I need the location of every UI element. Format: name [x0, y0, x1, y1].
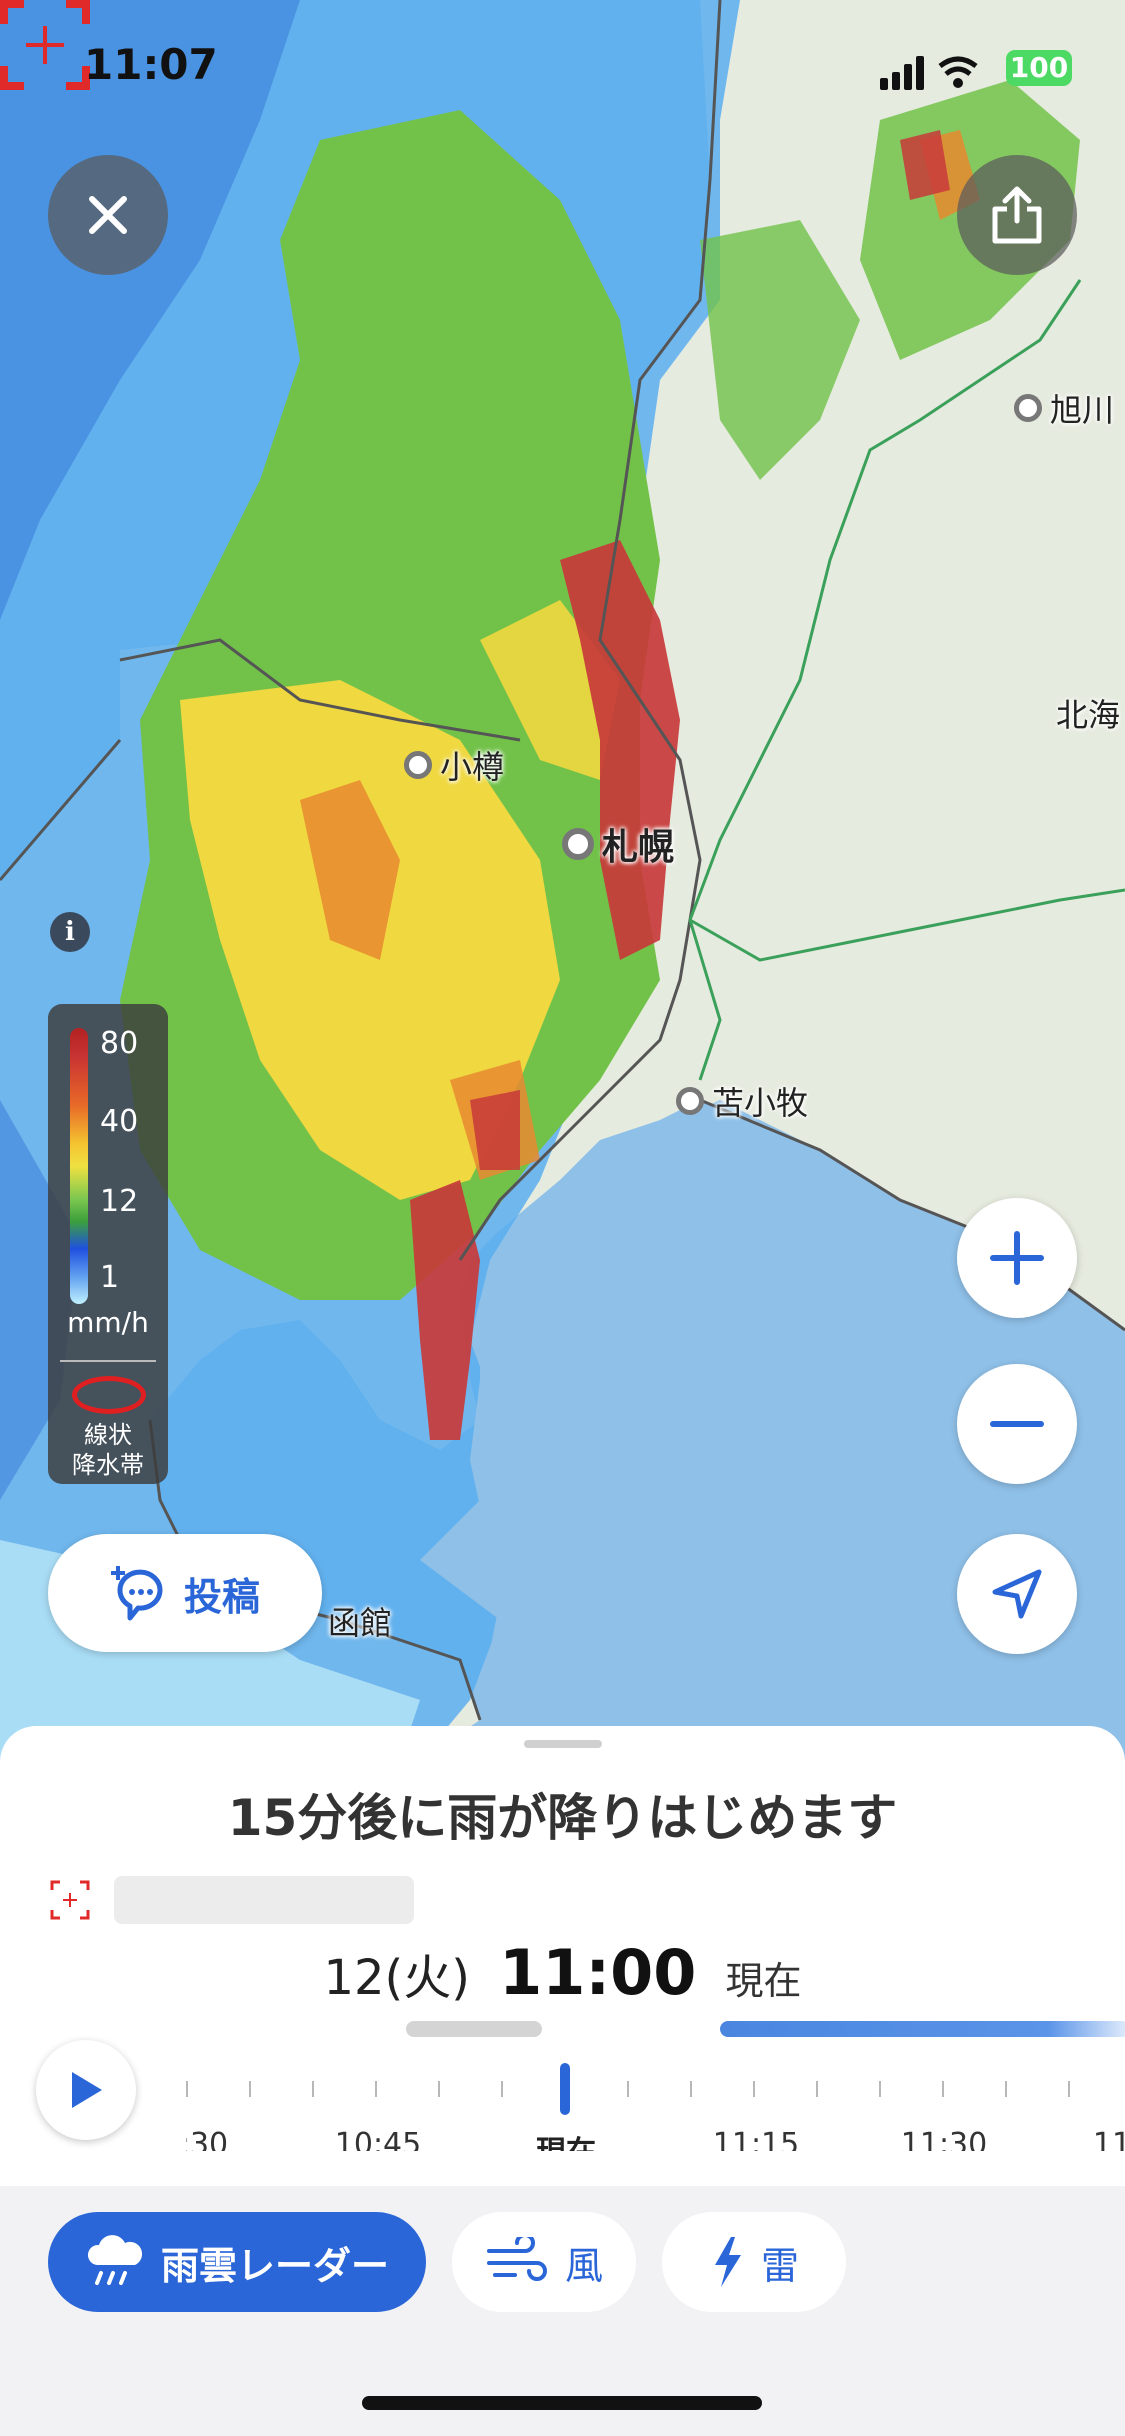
timeline-tick	[690, 2081, 692, 2097]
rain-cloud-icon	[87, 2235, 143, 2285]
timeline-tick	[879, 2081, 881, 2097]
timeline-tick	[942, 2081, 944, 2097]
timeline-label: 11:15	[712, 2127, 800, 2151]
status-bar: 11:07 100	[0, 0, 1125, 130]
city-marker-icon	[676, 1087, 704, 1115]
timeline-tick	[186, 2081, 188, 2097]
now-label: 現在	[725, 1959, 802, 2003]
timeline-tick	[627, 2081, 629, 2097]
time-label: 11:00	[499, 1936, 697, 2009]
legend-linear-band-label: 線状 降水帯	[72, 1421, 144, 1479]
zoom-in-button[interactable]	[957, 1198, 1077, 1318]
time-slider[interactable]: :30 10:45 現在 11:15 11:30 11	[186, 2021, 1125, 2151]
timeline-tick	[312, 2081, 314, 2097]
region-label-hokkaido: 北海	[1056, 696, 1121, 734]
timeline-tick	[249, 2081, 251, 2097]
city-label-asahikawa: 旭川	[1014, 385, 1114, 431]
current-location-button[interactable]	[957, 1534, 1077, 1654]
timeline-tick	[375, 2081, 377, 2097]
legend-level: 1	[100, 1260, 120, 1295]
timeline-label: :30	[186, 2127, 229, 2151]
tab-wind-label: 風	[564, 2243, 603, 2288]
city-marker-icon	[404, 751, 432, 779]
minus-icon	[990, 1421, 1044, 1427]
timeline-tick	[753, 2081, 755, 2097]
tab-rain-radar[interactable]: 雨雲レーダー	[48, 2212, 426, 2312]
rain-radar-map[interactable]: 旭川 北海 小樽 札幌 苫小牧 函館	[0, 0, 1125, 1760]
timeline-tick	[501, 2081, 503, 2097]
timeline-label: 11	[1092, 2127, 1125, 2151]
legend-level: 12	[100, 1184, 139, 1219]
timeline-label: 11:30	[900, 2127, 988, 2151]
tab-thunder-label: 雷	[760, 2243, 799, 2288]
play-icon	[72, 2072, 102, 2108]
share-button[interactable]	[957, 155, 1077, 275]
home-indicator[interactable]	[362, 2396, 762, 2410]
battery-indicator: 100	[1006, 50, 1072, 86]
timeline-tick	[1068, 2081, 1070, 2097]
precipitation-legend: 80 40 12 1 mm/h 線状 降水帯	[48, 1004, 168, 1484]
city-label-hakodate: 函館	[328, 1604, 393, 1642]
post-button[interactable]: 投稿	[48, 1534, 322, 1652]
timeline-tick	[1005, 2081, 1007, 2097]
map-canvas	[0, 0, 1125, 1760]
linear-band-icon	[72, 1376, 146, 1414]
zoom-out-button[interactable]	[957, 1364, 1077, 1484]
location-arrow-icon	[992, 1569, 1042, 1619]
wind-icon	[486, 2237, 547, 2281]
legend-unit: mm/h	[67, 1306, 149, 1339]
sheet-drag-handle[interactable]	[524, 1740, 602, 1748]
timeline-tick	[438, 2081, 440, 2097]
past-range-bar	[406, 2021, 542, 2037]
legend-level: 80	[100, 1026, 139, 1061]
post-button-label: 投稿	[183, 1574, 260, 1619]
layer-tab-bar: 雨雲レーダー 風 雷	[0, 2186, 1125, 2436]
info-icon[interactable]: i	[50, 912, 90, 952]
legend-divider	[60, 1360, 156, 1362]
tab-wind[interactable]: 風	[452, 2212, 636, 2312]
forecast-sheet: 15分後に雨が降りはじめます 12(火) 11:00 現在 :30 10:45	[0, 1726, 1125, 2186]
post-speech-icon	[110, 1566, 163, 1621]
signal-wifi-icon	[880, 56, 978, 90]
city-marker-icon	[562, 828, 594, 860]
location-name-placeholder	[114, 1876, 414, 1924]
legend-color-bar	[70, 1028, 88, 1304]
share-icon	[992, 186, 1042, 244]
forecast-range-bar	[720, 2021, 1125, 2037]
location-target-icon	[50, 1880, 90, 1920]
timeline-label: 10:45	[334, 2127, 422, 2151]
plus-icon	[990, 1231, 1044, 1285]
forecast-datetime: 12(火) 11:00 現在	[0, 1936, 1125, 2009]
rain-forecast-headline: 15分後に雨が降りはじめます	[227, 1789, 898, 1847]
timeline-tick	[816, 2081, 818, 2097]
tab-rain-radar-label: 雨雲レーダー	[160, 2243, 389, 2288]
play-button[interactable]	[36, 2040, 136, 2140]
city-label-sapporo: 札幌	[562, 818, 674, 870]
city-marker-icon	[1014, 394, 1042, 422]
status-time: 11:07	[84, 40, 218, 89]
close-icon	[89, 196, 127, 234]
legend-level: 40	[100, 1104, 139, 1139]
city-label-otaru: 小樽	[404, 742, 504, 788]
close-button[interactable]	[48, 155, 168, 275]
city-label-tomakomai: 苫小牧	[676, 1078, 808, 1124]
tab-thunder[interactable]: 雷	[662, 2212, 846, 2312]
date-label: 12(火)	[323, 1950, 470, 2006]
timeline-label-now: 現在	[536, 2127, 596, 2151]
lightning-icon	[714, 2237, 741, 2287]
current-time-marker[interactable]	[560, 2063, 570, 2115]
